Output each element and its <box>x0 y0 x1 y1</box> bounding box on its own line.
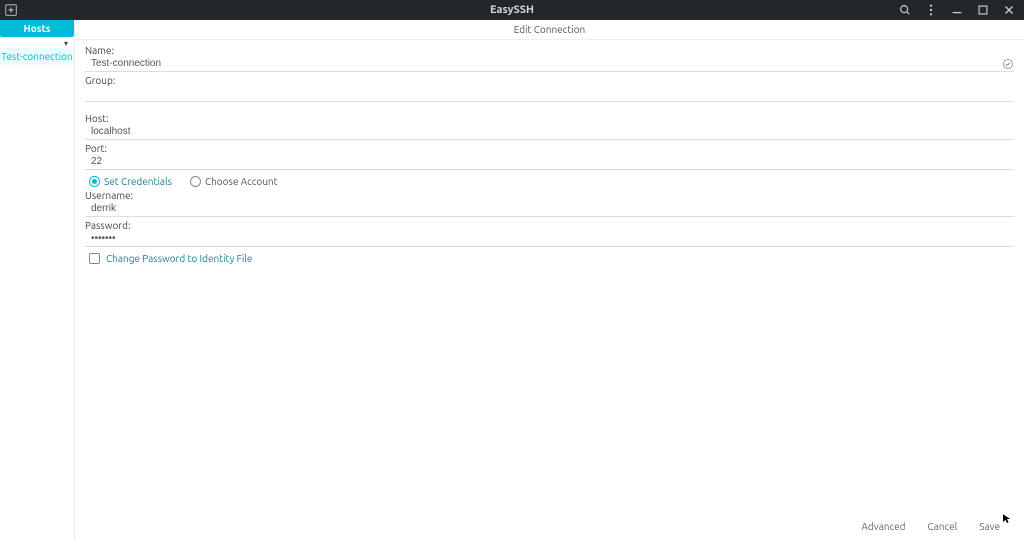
username-label: Username: <box>85 190 1014 201</box>
menu-icon[interactable] <box>924 3 938 17</box>
checkbox-identity-file[interactable] <box>89 253 100 264</box>
port-label: Port: <box>85 143 1014 154</box>
name-input[interactable] <box>85 56 1014 72</box>
name-label: Name: <box>85 45 1014 56</box>
radio-choose-account[interactable]: Choose Account <box>190 176 278 187</box>
host-label: Host: <box>85 113 1014 124</box>
group-input[interactable] <box>85 86 1014 102</box>
sidebar-hosts-tab[interactable]: Hosts <box>0 20 74 37</box>
window-title: EasySSH <box>490 4 534 16</box>
save-button[interactable]: Save <box>979 521 1000 532</box>
radio-set-credentials-label: Set Credentials <box>104 176 172 187</box>
password-input[interactable] <box>85 231 1014 247</box>
port-input[interactable] <box>85 154 1014 170</box>
advanced-button[interactable]: Advanced <box>861 521 905 532</box>
page-subtitle: Edit Connection <box>75 20 1024 40</box>
new-connection-button[interactable] <box>4 3 18 17</box>
radio-dot-icon <box>190 176 201 187</box>
search-icon[interactable] <box>898 3 912 17</box>
group-label: Group: <box>85 75 1014 86</box>
cancel-button[interactable]: Cancel <box>927 521 957 532</box>
sidebar-connection-item[interactable]: Test-connection <box>0 48 74 65</box>
maximize-icon[interactable] <box>976 3 990 17</box>
username-input[interactable] <box>85 201 1014 217</box>
mouse-cursor-icon <box>1003 514 1011 524</box>
checkbox-identity-file-label: Change Password to Identity File <box>106 253 252 264</box>
host-input[interactable] <box>85 124 1014 140</box>
sidebar: Hosts ▾ Test-connection <box>0 20 75 540</box>
minimize-icon[interactable] <box>950 3 964 17</box>
radio-dot-icon <box>89 176 100 187</box>
name-valid-icon <box>1002 58 1014 70</box>
main-area: Edit Connection Name: Group: Host: Port:… <box>75 20 1024 540</box>
radio-choose-account-label: Choose Account <box>205 176 278 187</box>
close-icon[interactable] <box>1002 3 1016 17</box>
password-label: Password: <box>85 220 1014 231</box>
radio-set-credentials[interactable]: Set Credentials <box>89 176 172 187</box>
sidebar-collapse-icon[interactable]: ▾ <box>0 37 74 48</box>
